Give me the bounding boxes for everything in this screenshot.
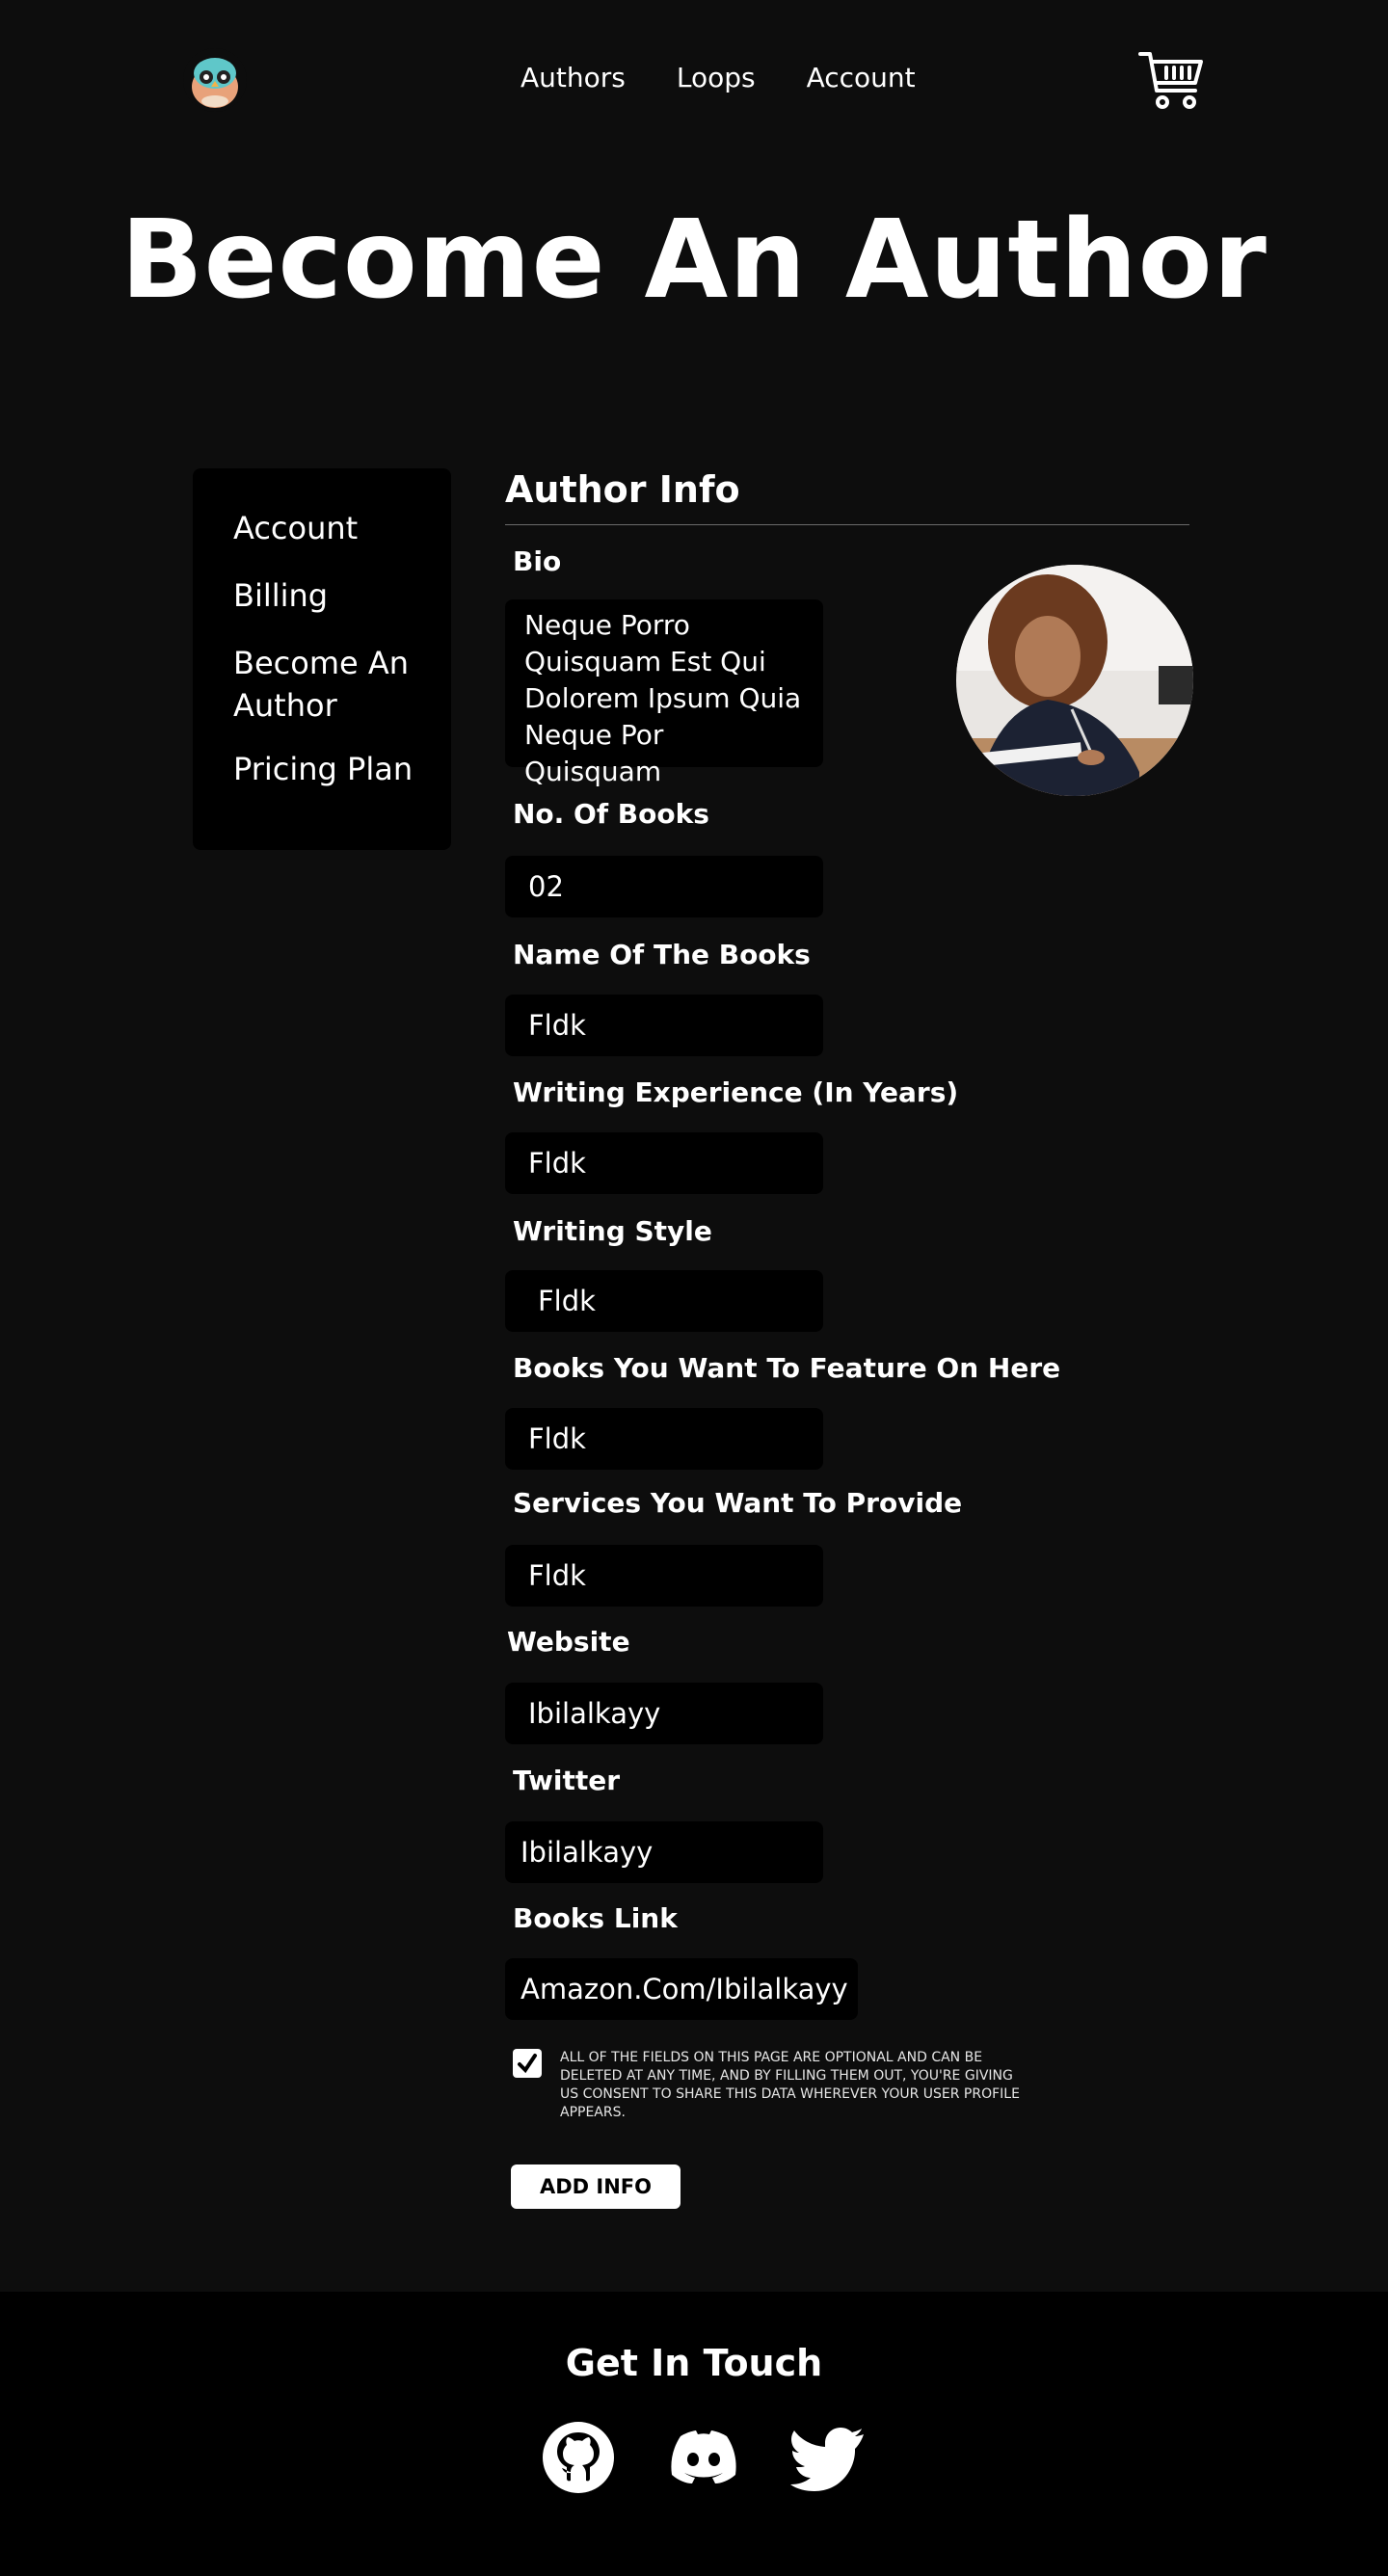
sidebar-item-billing[interactable]: Billing bbox=[233, 574, 451, 617]
owl-logo-icon[interactable] bbox=[183, 48, 247, 112]
social-links bbox=[540, 2419, 868, 2496]
feature-label: Books You Want To Feature On Here bbox=[513, 1352, 1061, 1384]
github-icon[interactable] bbox=[540, 2419, 617, 2496]
experience-label: Writing Experience (In Years) bbox=[513, 1076, 959, 1108]
cart-icon[interactable] bbox=[1137, 48, 1205, 116]
settings-sidebar: Account Billing Become An Author Pricing… bbox=[193, 468, 451, 850]
website-input[interactable]: Ibilalkayy bbox=[505, 1683, 823, 1744]
twitter-label: Twitter bbox=[513, 1765, 621, 1796]
services-input[interactable]: Fldk bbox=[505, 1545, 823, 1607]
top-navigation: Authors Loops Account bbox=[0, 0, 1388, 164]
nav-link-account[interactable]: Account bbox=[807, 62, 916, 93]
add-info-button[interactable]: ADD INFO bbox=[511, 2164, 681, 2209]
books-link-input[interactable]: Amazon.Com/Ibilalkayy bbox=[505, 1958, 858, 2020]
twitter-input[interactable]: Ibilalkayy bbox=[505, 1821, 823, 1883]
books-link-label: Books Link bbox=[513, 1902, 678, 1934]
book-names-label: Name Of The Books bbox=[513, 939, 811, 970]
feature-input[interactable]: Fldk bbox=[505, 1408, 823, 1470]
bio-label: Bio bbox=[513, 545, 562, 577]
sidebar-item-account[interactable]: Account bbox=[233, 507, 451, 549]
discord-icon[interactable] bbox=[665, 2419, 742, 2496]
footer: Get In Touch bbox=[0, 2292, 1388, 2576]
nav-link-authors[interactable]: Authors bbox=[520, 62, 626, 93]
books-count-input[interactable]: 02 bbox=[505, 856, 823, 917]
checkmark-icon bbox=[518, 2054, 537, 2074]
bio-field[interactable]: Neque Porro Quisquam Est Qui Dolorem Ips… bbox=[505, 599, 823, 787]
style-label: Writing Style bbox=[513, 1215, 712, 1247]
experience-input[interactable]: Fldk bbox=[505, 1132, 823, 1194]
style-input[interactable]: Fldk bbox=[505, 1270, 823, 1332]
author-info-form: Author Info Bio Neque Porro Quisquam Est… bbox=[505, 468, 1193, 2209]
sidebar-item-pricing-plan[interactable]: Pricing Plan bbox=[233, 748, 451, 790]
nav-link-loops[interactable]: Loops bbox=[677, 62, 756, 93]
section-title: Author Info bbox=[505, 468, 1189, 525]
footer-title: Get In Touch bbox=[565, 2342, 823, 2384]
twitter-icon[interactable] bbox=[790, 2419, 868, 2496]
consent-text: All of the fields on this page are optio… bbox=[560, 2050, 1020, 2120]
book-names-input[interactable]: Fldk bbox=[505, 995, 823, 1056]
services-label: Services You Want To Provide bbox=[513, 1487, 963, 1519]
consent-checkbox[interactable] bbox=[513, 2049, 542, 2078]
author-avatar[interactable] bbox=[956, 565, 1193, 796]
page-title: Become An Author bbox=[120, 198, 1268, 323]
website-label: Website bbox=[507, 1626, 630, 1658]
sidebar-item-become-an-author[interactable]: Become An Author bbox=[233, 642, 451, 727]
books-count-label: No. Of Books bbox=[513, 798, 709, 830]
